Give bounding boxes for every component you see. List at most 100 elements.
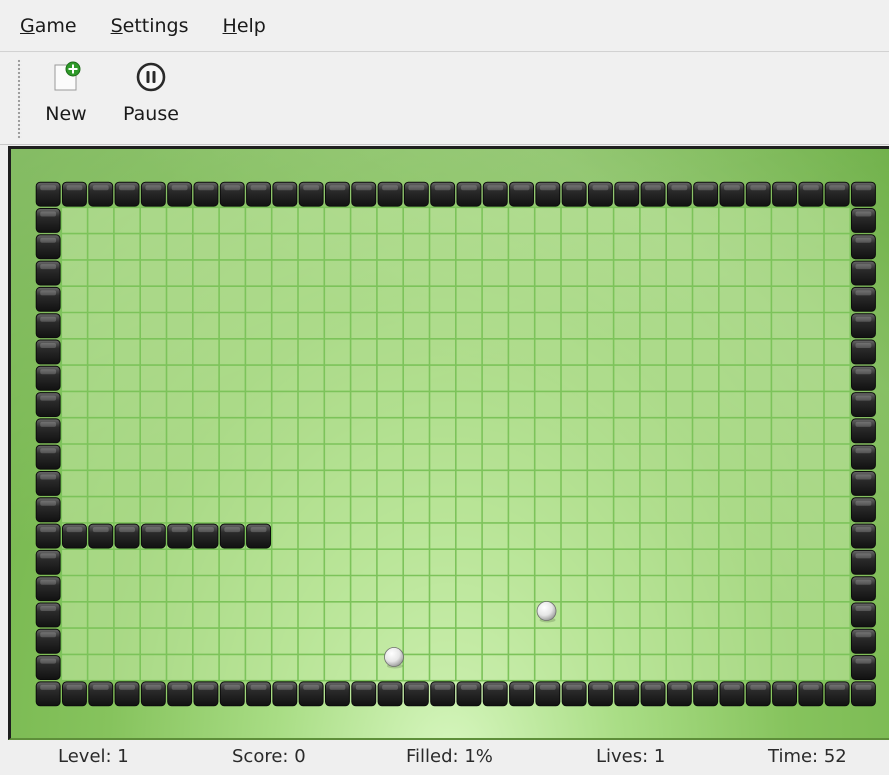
wall-block-bottom-shine [750, 684, 767, 690]
menu-help-label: elp [236, 14, 266, 37]
wall-block-bottom-shine [119, 684, 135, 690]
wall-block-bottom-shine [276, 684, 293, 690]
status-filled: Filled: 1% [406, 746, 493, 767]
wall-block-top-shine [329, 185, 346, 191]
wall-block-left-shine [40, 369, 57, 375]
wall-block-top-shine [198, 185, 214, 191]
wall-block-bottom-shine [250, 684, 267, 690]
wall-block-top-shine [855, 185, 872, 191]
wall-block-bottom-shine [592, 684, 609, 690]
wall-block-top-shine [119, 185, 135, 191]
wall-block-bottom-shine [40, 684, 57, 690]
wall-block-right-shine [855, 579, 872, 585]
wall-block-left-shine [40, 237, 57, 243]
wall-block-left-shine [40, 316, 57, 322]
wall-block-right-shine [855, 395, 872, 401]
wall-block-top-shine [724, 185, 740, 191]
wall-block-top-shine [566, 185, 583, 191]
wall-block-left-shine [40, 290, 57, 296]
wall-block-right-shine [855, 448, 872, 454]
wall-block-filled-shine [66, 527, 83, 533]
wall-block-left-shine [40, 264, 57, 270]
status-level: Level: 1 [58, 746, 129, 767]
wall-block-bottom-shine [171, 684, 188, 690]
wall-block-bottom-shine [303, 684, 320, 690]
wall-block-left-shine [40, 395, 57, 401]
wall-block-top-shine [671, 185, 688, 191]
wall-block-top-shine [276, 185, 293, 191]
wall-block-left-shine [40, 448, 57, 454]
wall-block-top-shine [645, 185, 661, 191]
wall-block-bottom-shine [434, 684, 451, 690]
wall-block-bottom-shine [198, 684, 214, 690]
status-score: Score: 0 [232, 746, 306, 767]
ball-2 [536, 601, 557, 621]
wall-block-left-shine [40, 211, 57, 217]
wall-block-right-shine [855, 606, 872, 611]
menu-game-mnemonic: G [20, 14, 35, 37]
menu-bar: Game Settings Help [0, 0, 889, 52]
wall-block-left-shine [40, 606, 57, 611]
wall-block-bottom-shine [145, 684, 162, 690]
wall-block-left-shine [40, 632, 57, 638]
status-time: Time: 52 [768, 746, 847, 767]
wall-block-top-shine [776, 185, 793, 191]
new-game-button[interactable]: New [40, 61, 92, 135]
wall-block-bottom-shine [618, 684, 635, 690]
wall-block-bottom-shine [776, 684, 793, 690]
wall-block-top-shine [461, 185, 477, 191]
wall-block-bottom-shine [539, 684, 556, 690]
wall-block-bottom-shine [487, 684, 504, 690]
wall-block-bottom-shine [408, 684, 425, 690]
menu-help-mnemonic: H [222, 14, 237, 37]
wall-block-top-shine [66, 185, 83, 191]
wall-block-top-shine [802, 185, 819, 191]
wall-block-bottom-shine [829, 684, 846, 690]
game-board[interactable] [11, 149, 889, 738]
wall-block-bottom-shine [671, 684, 688, 690]
wall-block-right-shine [855, 316, 872, 322]
wall-block-top-shine [92, 185, 109, 191]
new-game-label: New [45, 103, 87, 125]
menu-settings[interactable]: Settings [107, 11, 193, 41]
wall-block-bottom-shine [461, 684, 477, 690]
wall-block-top-shine [382, 185, 398, 191]
wall-block-left-shine [40, 553, 57, 559]
wall-block-bottom-shine [92, 684, 109, 690]
wall-block-filled-shine [92, 527, 109, 533]
toolbar-drag-handle[interactable] [17, 59, 22, 139]
kbounce-window: Game Settings Help New Pause Level: 1 Sc… [0, 0, 889, 775]
pause-label: Pause [123, 103, 179, 125]
wall-block-right-shine [855, 343, 872, 348]
wall-block-right-shine [855, 290, 872, 296]
wall-block-filled-shine [171, 527, 188, 533]
wall-block-top-shine [303, 185, 320, 191]
pause-button[interactable]: Pause [116, 61, 186, 135]
wall-block-bottom-shine [802, 684, 819, 690]
wall-block-bottom-shine [566, 684, 583, 690]
wall-block-right-shine [855, 500, 872, 506]
wall-block-top-shine [171, 185, 188, 191]
wall-block-left-shine [40, 421, 57, 427]
wall-block-left-shine [40, 343, 57, 348]
wall-block-top-shine [487, 185, 504, 191]
wall-block-top-shine [829, 185, 846, 191]
wall-block-bottom-shine [724, 684, 740, 690]
wall-block-top-shine [750, 185, 767, 191]
wall-block-right-shine [855, 553, 872, 559]
wall-block-bottom-shine [355, 684, 372, 690]
wall-block-top-shine [250, 185, 267, 191]
wall-block-filled-shine [145, 527, 162, 533]
wall-block-left-shine [40, 527, 57, 533]
wall-block-right-shine [855, 237, 872, 243]
game-field[interactable] [8, 146, 889, 740]
menu-game-label: ame [34, 14, 77, 37]
menu-help[interactable]: Help [219, 11, 270, 41]
menu-game[interactable]: Game [16, 11, 81, 41]
wall-block-left-shine [40, 500, 57, 506]
pause-icon [135, 61, 167, 93]
ball-1 [384, 647, 404, 667]
new-game-icon [50, 61, 82, 93]
wall-block-filled-shine [250, 527, 267, 533]
wall-block-right-shine [855, 211, 872, 217]
